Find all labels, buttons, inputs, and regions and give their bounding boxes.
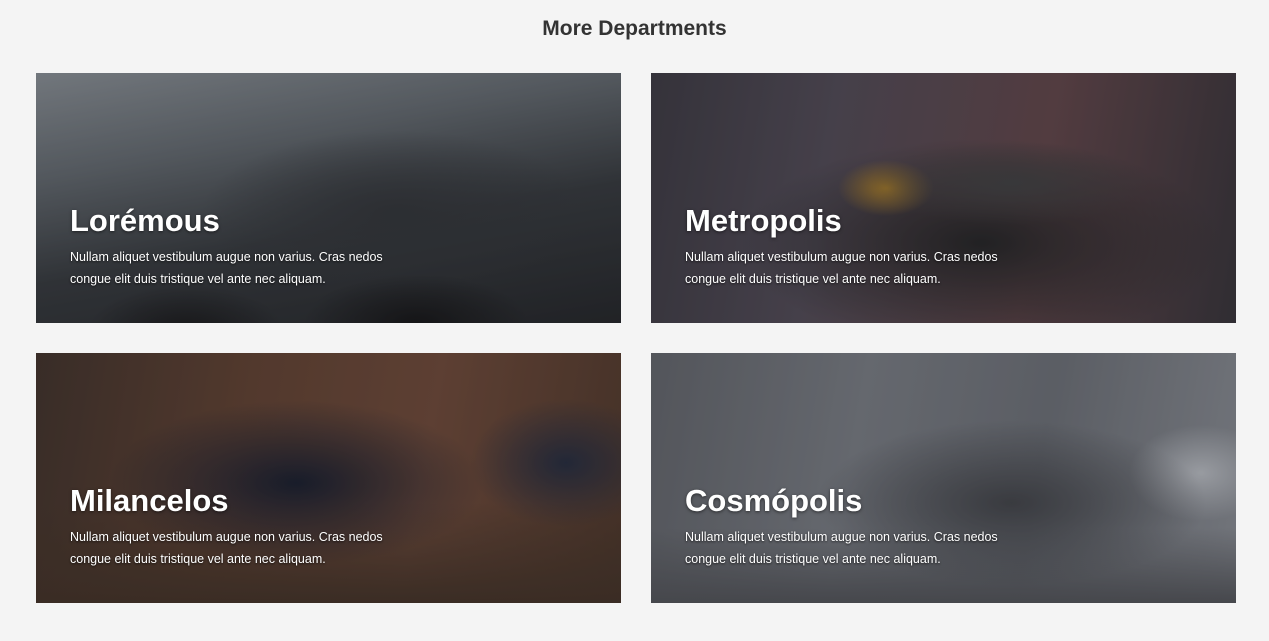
department-card-metropolis[interactable]: Metropolis Nullam aliquet vestibulum aug… — [651, 73, 1236, 323]
card-content: Metropolis Nullam aliquet vestibulum aug… — [685, 202, 1025, 290]
departments-grid: Lorémous Nullam aliquet vestibulum augue… — [36, 73, 1236, 603]
department-card-loremous[interactable]: Lorémous Nullam aliquet vestibulum augue… — [36, 73, 621, 323]
department-name[interactable]: Lorémous — [70, 202, 410, 240]
department-name[interactable]: Milancelos — [70, 482, 410, 520]
section-title: More Departments — [542, 17, 727, 40]
card-content: Cosmópolis Nullam aliquet vestibulum aug… — [685, 482, 1025, 570]
department-description: Nullam aliquet vestibulum augue non vari… — [70, 250, 383, 286]
department-card-milancelos[interactable]: Milancelos Nullam aliquet vestibulum aug… — [36, 353, 621, 603]
department-name[interactable]: Metropolis — [685, 202, 1025, 240]
department-description: Nullam aliquet vestibulum augue non vari… — [70, 530, 383, 566]
department-card-cosmopolis[interactable]: Cosmópolis Nullam aliquet vestibulum aug… — [651, 353, 1236, 603]
card-content: Lorémous Nullam aliquet vestibulum augue… — [70, 202, 410, 290]
department-description: Nullam aliquet vestibulum augue non vari… — [685, 530, 998, 566]
card-content: Milancelos Nullam aliquet vestibulum aug… — [70, 482, 410, 570]
department-name[interactable]: Cosmópolis — [685, 482, 1025, 520]
department-description: Nullam aliquet vestibulum augue non vari… — [685, 250, 998, 286]
